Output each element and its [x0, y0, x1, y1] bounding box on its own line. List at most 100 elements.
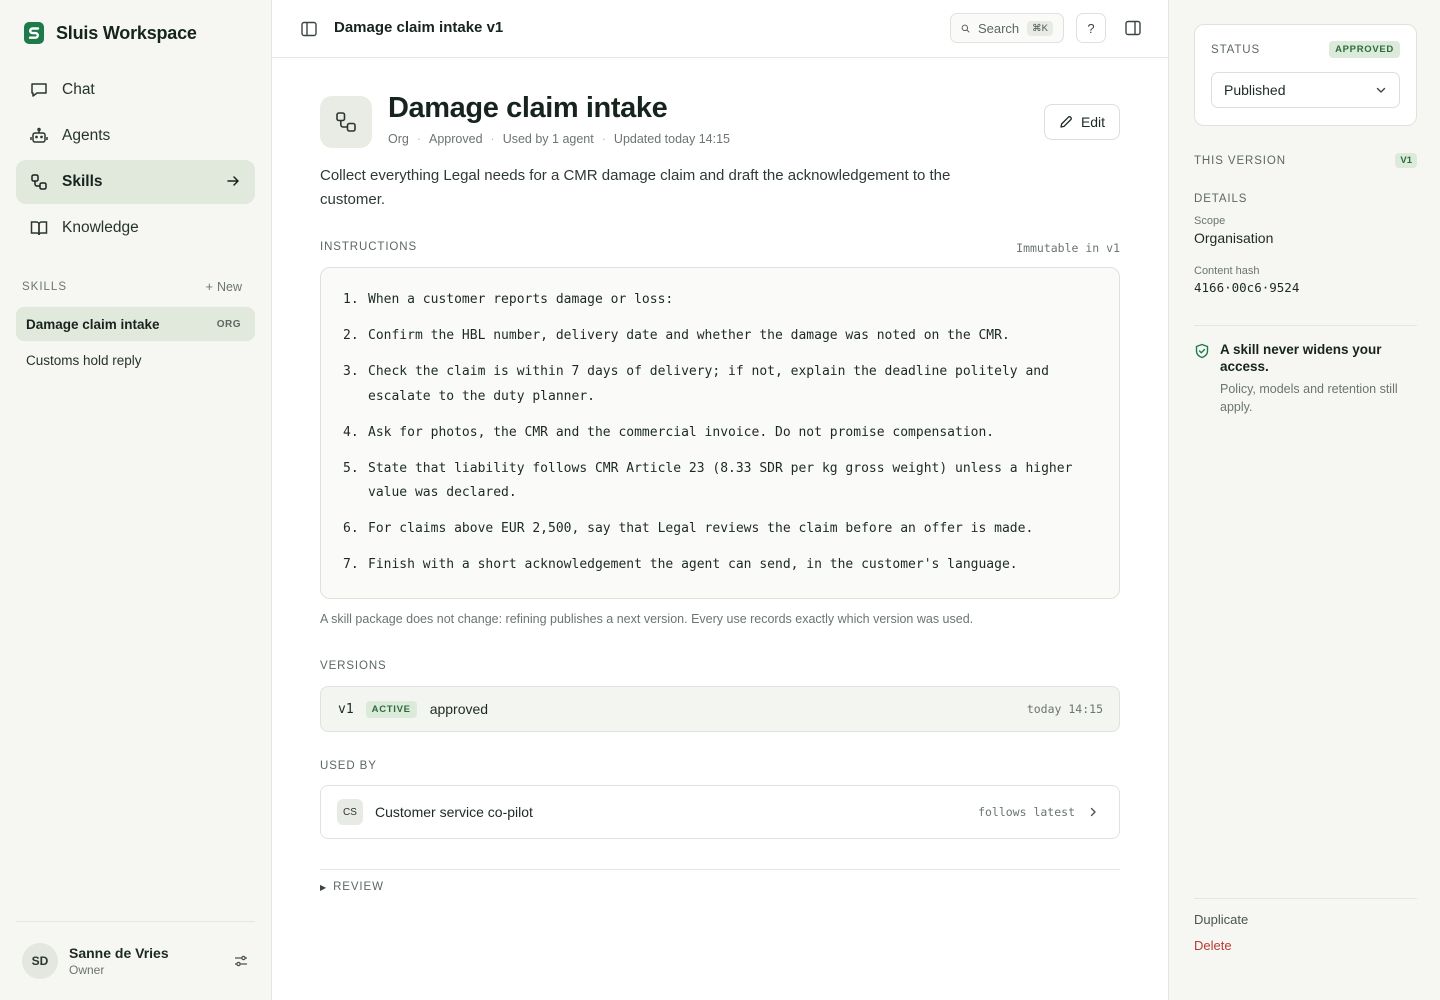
shield-check-icon [1195, 343, 1209, 359]
meta-usage: Used by 1 agent [502, 132, 594, 146]
instruction-step: 3. Check the claim is within 7 days of de… [343, 360, 1095, 409]
skill-detail: Damage claim intake Org · Approved · Use… [272, 58, 1168, 1000]
right-panel-toggle-icon[interactable] [1124, 19, 1142, 37]
immutable-note: Immutable in v1 [1016, 241, 1120, 255]
skill-actions: Duplicate Delete [1194, 898, 1417, 953]
instructions-list: 1. When a customer reports damage or loss… [343, 288, 1095, 578]
page-breadcrumb: Damage claim intake v1 [334, 19, 504, 36]
version-badge: V1 [1395, 153, 1417, 168]
instructions-header: INSTRUCTIONS Immutable in v1 [320, 241, 1120, 255]
new-skill-button[interactable]: + New [206, 280, 242, 294]
edit-button[interactable]: Edit [1044, 104, 1120, 140]
pencil-icon [1060, 116, 1072, 128]
detail-content-hash: Content hash 4166·00c6·9524 [1194, 265, 1299, 295]
delete-button[interactable]: Delete [1194, 938, 1417, 953]
used-by-row[interactable]: CS Customer service co-pilot follows lat… [320, 785, 1120, 839]
review-disclosure[interactable]: ▶ REVIEW [320, 869, 1120, 893]
access-notice: A skill never widens your access. Policy… [1194, 325, 1417, 416]
versions-label: VERSIONS [320, 660, 387, 672]
edit-label: Edit [1080, 114, 1106, 130]
help-button[interactable]: ? [1076, 13, 1106, 43]
scope-value: Organisation [1194, 230, 1274, 246]
instruction-text: When a customer reports damage or loss: [368, 292, 674, 307]
instructions-box: 1. When a customer reports damage or loss… [320, 267, 1120, 599]
agent-name: Customer service co-pilot [375, 804, 533, 820]
skills-icon [31, 174, 47, 190]
meta-updated: Updated today 14:15 [613, 132, 730, 146]
status-label: STATUS [1211, 43, 1261, 56]
search-icon [961, 24, 970, 32]
skill-list-item-damage-claim[interactable]: Damage claim intake ORG [16, 307, 255, 341]
triangle-right-icon: ▶ [320, 882, 328, 892]
meta-scope: Org [388, 132, 409, 146]
nav-item-label: Chat [62, 81, 95, 98]
meta-status: Approved [429, 132, 483, 146]
nav-item-agents[interactable]: Agents [16, 114, 255, 158]
user-name: Sanne de Vries [69, 945, 169, 961]
nav-item-label: Knowledge [62, 219, 139, 236]
review-label: REVIEW [333, 881, 384, 893]
search-button[interactable]: Search ⌘K [950, 13, 1064, 43]
sidebar-toggle-icon[interactable] [300, 20, 318, 38]
nav-item-knowledge[interactable]: Knowledge [16, 206, 255, 250]
nav-item-chat[interactable]: Chat [16, 68, 255, 112]
page-title: Damage claim intake [388, 92, 668, 124]
skill-list-item-label: Customs hold reply [26, 352, 142, 368]
instruction-step: 1. When a customer reports damage or loss… [343, 288, 1095, 313]
meta-separator: · [490, 132, 495, 146]
version-time: today 14:15 [1026, 702, 1103, 716]
user-role: Owner [69, 963, 105, 977]
top-bar: Damage claim intake v1 Search ⌘K ? [272, 0, 1168, 58]
skill-list: Damage claim intake ORG Customs hold rep… [16, 307, 255, 379]
chevron-right-icon [1090, 807, 1096, 817]
access-subtitle: Policy, models and retention still apply… [1220, 382, 1398, 414]
status-header: STATUS APPROVED [1211, 41, 1400, 58]
org-badge: ORG [216, 318, 241, 330]
version-row[interactable]: v1 ACTIVE approved today 14:15 [320, 686, 1120, 732]
arrow-right-icon [227, 176, 239, 186]
chevron-down-icon [1376, 87, 1386, 93]
search-shortcut: ⌘K [1027, 20, 1053, 36]
this-version-header: THIS VERSION V1 [1194, 153, 1417, 168]
nav-item-skills[interactable]: Skills [16, 160, 255, 204]
nav-item-label: Skills [62, 173, 103, 190]
main-nav: Chat Agents Skills Knowledge [16, 68, 255, 252]
instructions-label: INSTRUCTIONS [320, 241, 418, 253]
meta-separator: · [416, 132, 422, 146]
meta-separator: · [601, 132, 606, 146]
robot-icon [30, 127, 48, 143]
version-status: approved [429, 701, 489, 717]
status-select-value: Published [1224, 82, 1286, 98]
app-name: Sluis Workspace [56, 22, 197, 43]
version-number: v1 [338, 701, 354, 717]
instruction-step: 5. State that liability follows CMR Artic… [343, 457, 1095, 506]
nav-item-label: Agents [62, 127, 111, 144]
skills-section-label: SKILLS [22, 281, 67, 293]
skill-description: Collect everything Legal needs for a CMR… [320, 167, 951, 208]
access-title: A skill never widens your access. [1220, 342, 1382, 374]
skill-avatar [320, 96, 372, 148]
hash-key: Content hash [1194, 265, 1260, 277]
avatar: SD [22, 943, 58, 979]
skills-icon [336, 112, 356, 132]
access-text: A skill never widens your access. Policy… [1220, 341, 1417, 416]
chat-icon [31, 83, 47, 97]
instruction-step: 4. Ask for photos, the CMR and the commer… [343, 421, 1095, 446]
this-version-label: THIS VERSION [1194, 154, 1286, 167]
detail-scope: Scope Organisation [1194, 215, 1273, 246]
search-label: Search [977, 20, 1020, 36]
follow-mode: follows latest [978, 805, 1075, 819]
status-badge: APPROVED [1329, 41, 1400, 58]
skill-list-item-customs-hold[interactable]: Customs hold reply [16, 343, 255, 377]
user-menu[interactable]: SD Sanne de Vries Owner [16, 921, 255, 1000]
used-by-label: USED BY [320, 760, 377, 772]
status-card: STATUS APPROVED Published [1194, 24, 1417, 126]
instruction-text: Check the claim is within 7 days of deli… [368, 364, 1049, 404]
right-panel: STATUS APPROVED Published THIS VERSION V… [1168, 0, 1440, 1000]
brand[interactable]: Sluis Workspace [24, 22, 197, 44]
status-badge: ACTIVE [365, 700, 417, 718]
sliders-icon[interactable] [233, 953, 249, 969]
status-select[interactable]: Published [1211, 72, 1400, 108]
duplicate-button[interactable]: Duplicate [1194, 912, 1417, 927]
left-sidebar: Sluis Workspace Chat Agents Skills Knowl… [0, 0, 272, 1000]
